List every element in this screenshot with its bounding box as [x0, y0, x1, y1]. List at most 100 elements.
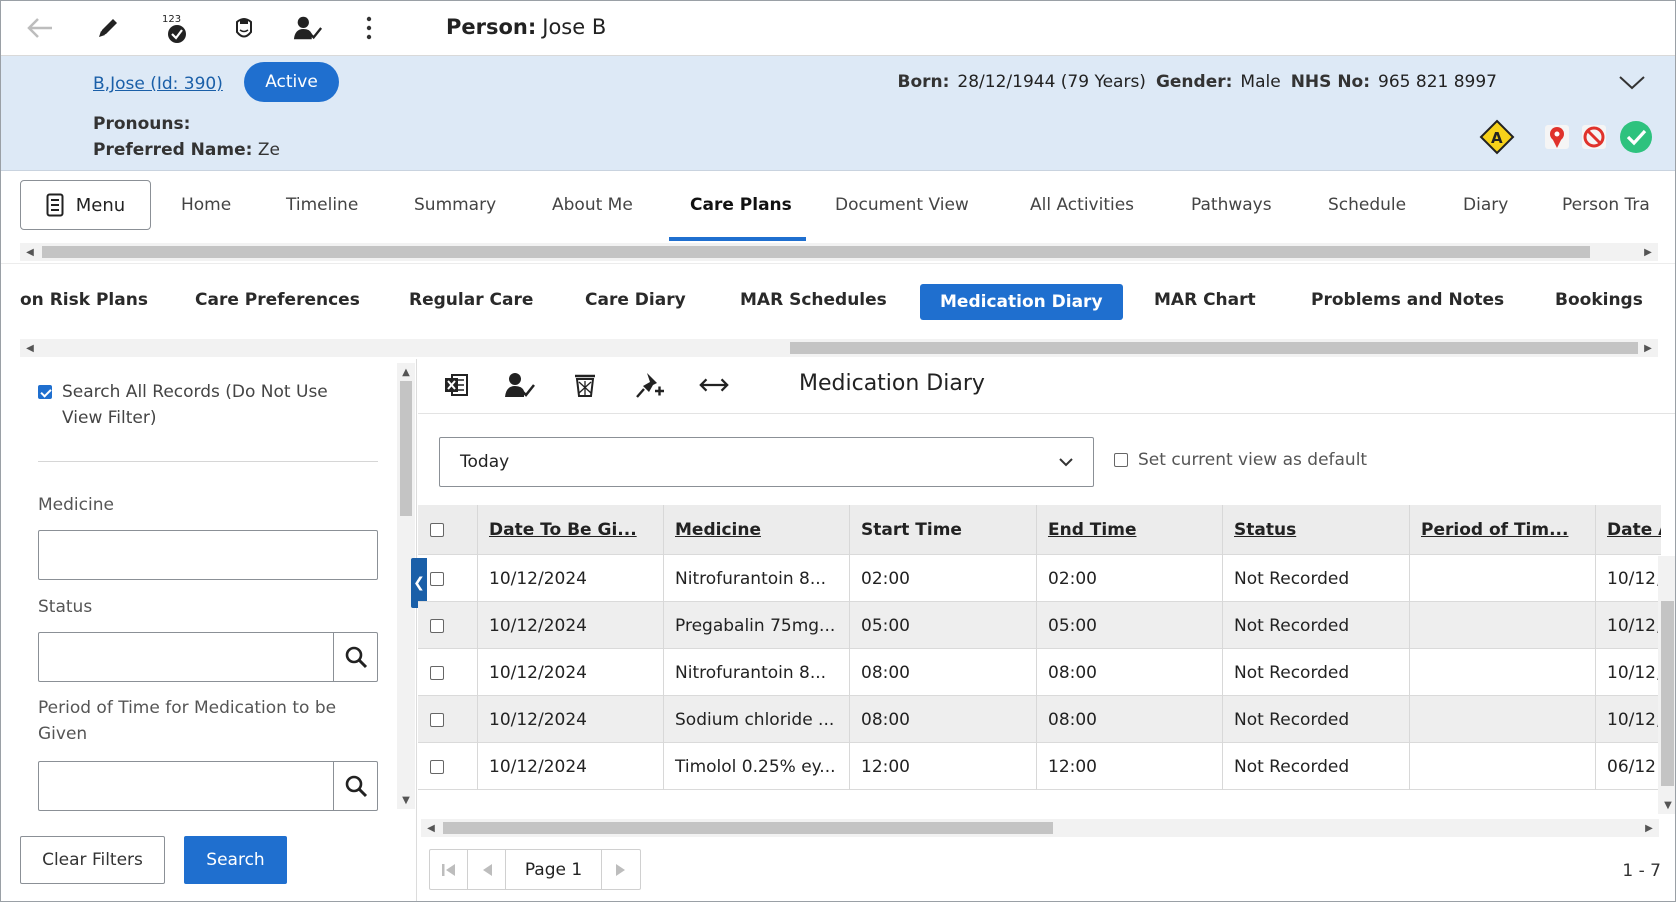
subtab-care-preferences[interactable]: Care Preferences [195, 290, 360, 310]
grid-vertical-scrollbar[interactable]: ▼ [1658, 556, 1675, 814]
col-start-time[interactable]: Start Time [850, 505, 1037, 555]
allergy-warning-icon[interactable]: A [1479, 119, 1515, 155]
page-title: Medication Diary [799, 371, 985, 396]
person-check-icon[interactable] [293, 13, 323, 43]
col-end-time[interactable]: End Time [1037, 505, 1223, 555]
scroll-right-icon[interactable]: ▶ [1640, 243, 1656, 261]
col-date-to-be-given[interactable]: Date To Be Gi... [478, 505, 664, 555]
search-all-records[interactable]: Search All Records (Do Not Use View Filt… [38, 379, 358, 431]
cell-medicine: Pregabalin 75mg... [664, 602, 850, 649]
medicine-input[interactable] [38, 530, 378, 580]
tab-diary[interactable]: Diary [1463, 195, 1508, 215]
tab-about-me[interactable]: About Me [552, 195, 633, 215]
tab-schedule[interactable]: Schedule [1328, 195, 1406, 215]
tab-timeline[interactable]: Timeline [286, 195, 358, 215]
search-icon[interactable] [333, 762, 377, 810]
back-arrow-icon[interactable] [25, 13, 55, 43]
tab-document-view[interactable]: Document View [835, 195, 969, 215]
clear-filters-button[interactable]: Clear Filters [20, 836, 165, 884]
scrollbar-thumb[interactable] [42, 246, 1590, 258]
subtab-mar-chart[interactable]: MAR Chart [1154, 290, 1256, 310]
scroll-left-icon[interactable]: ◀ [22, 243, 38, 261]
more-vertical-icon[interactable] [354, 13, 384, 43]
search-all-checkbox[interactable] [38, 385, 52, 399]
col-period-of-time[interactable]: Period of Tim... [1410, 505, 1596, 555]
top-toolbar: 123 Person: Jose B [1, 1, 1675, 56]
expand-horizontal-icon[interactable] [698, 369, 730, 401]
period-input[interactable] [38, 761, 378, 811]
demographics: Born: 28/12/1944 (79 Years) Gender: Male NHS… [897, 72, 1497, 92]
tab-care-plans[interactable]: Care Plans [690, 195, 792, 215]
cell-start-time: 05:00 [850, 602, 1037, 649]
subtab-risk-plans[interactable]: on Risk Plans [20, 290, 148, 310]
scroll-down-icon[interactable]: ▼ [1660, 796, 1675, 814]
tab-all-activities[interactable]: All Activities [1030, 195, 1134, 215]
pin-add-icon[interactable] [634, 369, 666, 401]
subtab-mar-schedules[interactable]: MAR Schedules [740, 290, 887, 310]
menu-list-icon [46, 193, 64, 217]
view-select[interactable]: Today [439, 437, 1094, 487]
set-default-checkbox[interactable] [1114, 453, 1128, 467]
sub-tabs-scrollbar[interactable]: ◀ ▶ [20, 339, 1658, 357]
subtab-medication-diary[interactable]: Medication Diary [920, 284, 1123, 320]
person-banner: B,Jose (Id: 390) Active Pronouns: Prefer… [1, 56, 1675, 171]
verified-check-icon[interactable] [1618, 119, 1654, 155]
row-checkbox[interactable] [430, 618, 444, 633]
table-row[interactable]: 10/12/2024 Pregabalin 75mg... 05:00 05:00 No… [418, 602, 1661, 649]
menu-button[interactable]: Menu [20, 180, 151, 230]
col-status[interactable]: Status [1223, 505, 1410, 555]
search-icon[interactable] [333, 633, 377, 681]
next-page-icon[interactable] [602, 850, 640, 889]
row-checkbox[interactable] [430, 759, 444, 774]
scroll-up-icon[interactable]: ▲ [398, 363, 414, 381]
select-all-checkbox[interactable] [430, 523, 444, 537]
excel-export-icon[interactable] [440, 369, 472, 401]
delete-bin-icon[interactable] [569, 369, 601, 401]
scroll-right-icon[interactable]: ▶ [1640, 339, 1656, 357]
cell-medicine: Nitrofurantoin 8... [664, 649, 850, 696]
tab-person-tra[interactable]: Person Tra [1562, 195, 1650, 215]
prev-page-icon[interactable] [468, 850, 506, 889]
col-medicine[interactable]: Medicine [664, 505, 850, 555]
subtab-problems-and-notes[interactable]: Problems and Notes [1311, 290, 1504, 310]
subtab-regular-care[interactable]: Regular Care [409, 290, 533, 310]
col-date-administered[interactable]: Date A [1596, 505, 1661, 555]
numbered-badge-icon[interactable]: 123 [161, 13, 191, 43]
main-tabs-scrollbar[interactable]: ◀ ▶ [20, 243, 1658, 261]
cell-period [1410, 649, 1596, 696]
table-row[interactable]: 10/12/2024 Nitrofurantoin 8... 08:00 08:00 N… [418, 649, 1661, 696]
first-page-icon[interactable] [430, 850, 468, 889]
subtab-care-diary[interactable]: Care Diary [585, 290, 686, 310]
person-check-icon[interactable] [504, 369, 536, 401]
scrollbar-thumb[interactable] [400, 381, 412, 516]
row-checkbox[interactable] [430, 712, 444, 727]
scroll-left-icon[interactable]: ◀ [423, 819, 439, 837]
no-entry-icon[interactable] [1576, 119, 1612, 155]
set-default-view[interactable]: Set current view as default [1114, 450, 1367, 470]
scrollbar-thumb[interactable] [1661, 601, 1674, 786]
grid-horizontal-scrollbar[interactable]: ◀ ▶ [421, 819, 1659, 837]
table-row[interactable]: 10/12/2024 Nitrofurantoin 8... 02:00 02:00 N… [418, 555, 1661, 602]
location-pin-icon[interactable] [1539, 119, 1575, 155]
tab-home[interactable]: Home [181, 195, 231, 215]
table-row[interactable]: 10/12/2024 Timolol 0.25% ey... 12:00 12:00 N… [418, 743, 1661, 790]
search-all-label: Search All Records (Do Not Use View Filt… [62, 382, 328, 428]
scroll-down-icon[interactable]: ▼ [398, 791, 414, 809]
preferred-name-value: Ze [257, 140, 280, 160]
pencil-icon[interactable] [93, 13, 123, 43]
scrollbar-thumb[interactable] [443, 822, 1053, 834]
subtab-bookings[interactable]: Bookings [1555, 290, 1643, 310]
table-row[interactable]: 10/12/2024 Sodium chloride ... 08:00 08:00 N… [418, 696, 1661, 743]
status-input[interactable] [38, 632, 378, 682]
tab-pathways[interactable]: Pathways [1191, 195, 1272, 215]
person-link[interactable]: B,Jose (Id: 390) [93, 74, 223, 94]
nurse-icon[interactable] [229, 13, 259, 43]
scrollbar-thumb[interactable] [790, 342, 1638, 354]
row-checkbox[interactable] [430, 665, 444, 680]
tab-summary[interactable]: Summary [414, 195, 496, 215]
search-button[interactable]: Search [184, 836, 287, 884]
scroll-left-icon[interactable]: ◀ [22, 339, 38, 357]
scroll-right-icon[interactable]: ▶ [1641, 819, 1657, 837]
chevron-down-icon[interactable] [1615, 68, 1649, 98]
row-checkbox[interactable] [430, 571, 444, 586]
